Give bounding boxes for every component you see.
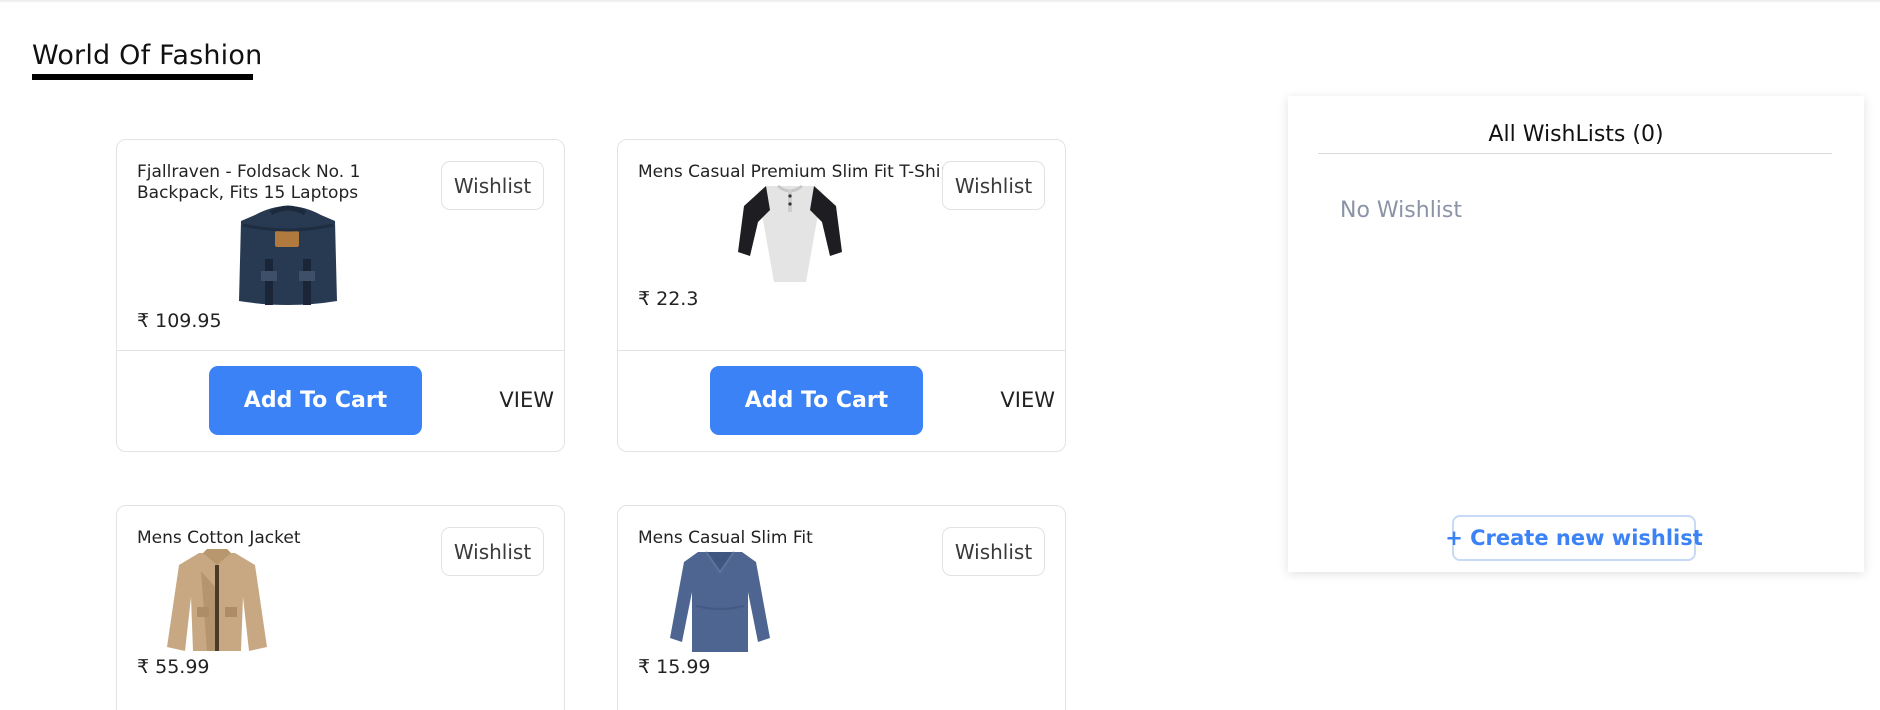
view-link[interactable]: VIEW [1000, 388, 1055, 412]
card-divider [117, 350, 564, 351]
wishlist-button[interactable]: Wishlist [441, 161, 544, 210]
title-underline [32, 74, 253, 80]
product-price: ₹ 55.99 [137, 656, 210, 678]
product-name: Mens Casual Premium Slim Fit T-Shirts [638, 162, 963, 182]
product-name: Mens Cotton Jacket [137, 528, 301, 548]
product-card: Mens Casual Premium Slim Fit T-Shirts Wi… [617, 139, 1066, 452]
tshirt-image [738, 184, 842, 282]
product-name: Fjallraven - Foldsack No. 1 Backpack, Fi… [137, 162, 361, 203]
create-wishlist-button[interactable]: + Create new wishlist [1445, 515, 1703, 561]
product-card: Fjallraven - Foldsack No. 1 Backpack, Fi… [116, 139, 565, 452]
top-bar [0, 0, 1880, 3]
view-link[interactable]: VIEW [499, 388, 554, 412]
product-price: ₹ 109.95 [137, 310, 222, 332]
longsleeve-image [670, 551, 770, 652]
empty-wishlist-text: No Wishlist [1340, 198, 1463, 223]
wishlist-panel-title: All WishLists (0) [1488, 122, 1664, 147]
card-divider [618, 350, 1065, 351]
wishlist-panel: All WishLists (0) No Wishlist + Create n… [1288, 96, 1864, 572]
product-price: ₹ 22.3 [638, 288, 699, 310]
wishlist-button[interactable]: Wishlist [942, 161, 1045, 210]
add-to-cart-button[interactable]: Add To Cart [209, 366, 422, 435]
jacket-image [167, 549, 267, 651]
wishlist-panel-divider [1318, 153, 1832, 154]
product-card: Mens Casual Slim Fit Wishlist ₹ 15.99 [617, 505, 1066, 710]
add-to-cart-button[interactable]: Add To Cart [710, 366, 923, 435]
page-title: World Of Fashion [32, 40, 263, 71]
wishlist-button[interactable]: Wishlist [942, 527, 1045, 576]
product-price: ₹ 15.99 [638, 656, 711, 678]
wishlist-button[interactable]: Wishlist [441, 527, 544, 576]
product-card: Mens Cotton Jacket Wishlist ₹ 55.99 [116, 505, 565, 710]
backpack-image [239, 205, 337, 305]
